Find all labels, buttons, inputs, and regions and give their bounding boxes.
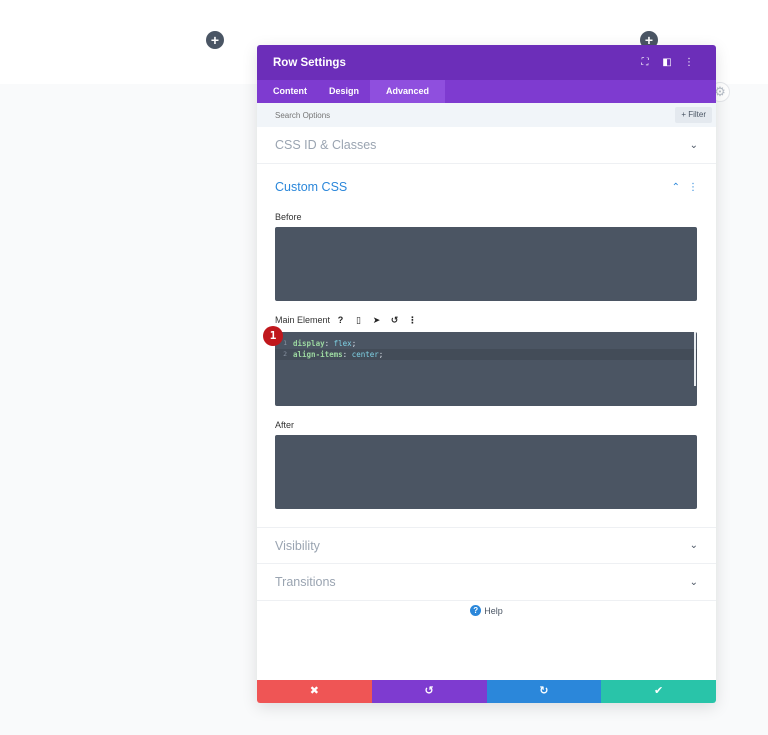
tab-advanced[interactable]: Advanced (370, 80, 446, 103)
hover-cursor-icon[interactable]: ➤ (369, 313, 384, 327)
close-icon: ✖ (309, 685, 319, 697)
section-title: Custom CSS (275, 180, 348, 194)
help-label: Help (484, 605, 503, 616)
search-input[interactable] (275, 110, 676, 120)
modal-title: Row Settings (273, 56, 346, 69)
main-element-label-row: Main Element ? ▯ ➤ ↺ ⋮ (275, 311, 698, 329)
before-label: Before (275, 212, 302, 222)
css-value: center (351, 350, 379, 359)
more-icon[interactable]: ⋮ (688, 182, 698, 193)
line-number: 2 (283, 350, 287, 358)
search-row: + Filter (257, 103, 716, 127)
code-line: 2 align-items: center; (275, 349, 697, 360)
help-link[interactable]: ? Help (257, 605, 716, 616)
more-icon[interactable]: ⋮ (678, 57, 700, 68)
css-colon: : (342, 350, 352, 359)
before-css-editor[interactable] (275, 227, 697, 301)
section-custom-css: Custom CSS ⌃ ⋮ Before Main Element ? ▯ ➤… (257, 164, 716, 527)
help-icon[interactable]: ? (333, 313, 348, 327)
after-css-editor[interactable] (275, 435, 697, 509)
css-value: flex (333, 339, 352, 348)
tab-content[interactable]: Content (262, 80, 318, 103)
chevron-down-icon: ⌄ (689, 576, 698, 588)
css-property: align-items (293, 350, 343, 359)
filter-button[interactable]: + Filter (675, 107, 712, 123)
step-badge: 1 (263, 326, 283, 346)
row-settings-modal: Row Settings ⛶ ◧ ⋮ Content Design Advanc… (257, 45, 716, 703)
section-css-id[interactable]: CSS ID & Classes ⌄ (257, 127, 716, 164)
code-line: 1 display: flex; (275, 338, 697, 349)
custom-css-header[interactable]: Custom CSS ⌃ ⋮ (275, 164, 698, 210)
main-element-label: Main Element (275, 315, 331, 325)
css-property: display (293, 339, 325, 348)
after-label: After (275, 420, 295, 430)
undo-button[interactable]: ↺ (371, 680, 487, 703)
chevron-down-icon: ⌄ (689, 139, 698, 151)
redo-icon: ↻ (539, 685, 549, 697)
check-icon: ✔ (654, 685, 664, 697)
chevron-up-icon: ⌃ (671, 181, 680, 193)
section-title: CSS ID & Classes (275, 138, 377, 152)
sidebar-icon[interactable]: ◧ (656, 57, 678, 68)
focus-icon[interactable]: ⛶ (634, 57, 656, 68)
main-element-css-editor[interactable]: 1 1 display: flex; 2 align-items: center… (263, 326, 697, 406)
undo-icon: ↺ (424, 685, 434, 697)
cancel-button[interactable]: ✖ (257, 680, 372, 703)
reset-icon[interactable]: ↺ (387, 313, 402, 327)
tab-design[interactable]: Design (318, 80, 370, 103)
modal-footer: ✖ ↺ ↻ ✔ (257, 680, 716, 703)
chevron-down-icon: ⌄ (689, 540, 698, 551)
css-colon: : (324, 339, 334, 348)
filter-label: Filter (688, 110, 706, 119)
section-title: Transitions (275, 575, 336, 589)
add-row-button[interactable]: + (206, 31, 224, 49)
help-icon: ? (470, 605, 482, 616)
tab-bar: Content Design Advanced (257, 80, 716, 103)
save-button[interactable]: ✔ (601, 680, 716, 703)
css-semicolon: ; (351, 339, 357, 348)
section-visibility[interactable]: Visibility ⌄ (257, 527, 716, 564)
device-icon[interactable]: ▯ (351, 313, 366, 327)
css-semicolon: ; (378, 350, 384, 359)
section-title: Visibility (275, 538, 320, 553)
more-icon[interactable]: ⋮ (405, 313, 420, 327)
section-transitions[interactable]: Transitions ⌄ (257, 564, 716, 601)
modal-header: Row Settings ⛶ ◧ ⋮ (257, 45, 716, 80)
redo-button[interactable]: ↻ (486, 680, 602, 703)
editor-scrollbar[interactable] (694, 332, 696, 386)
